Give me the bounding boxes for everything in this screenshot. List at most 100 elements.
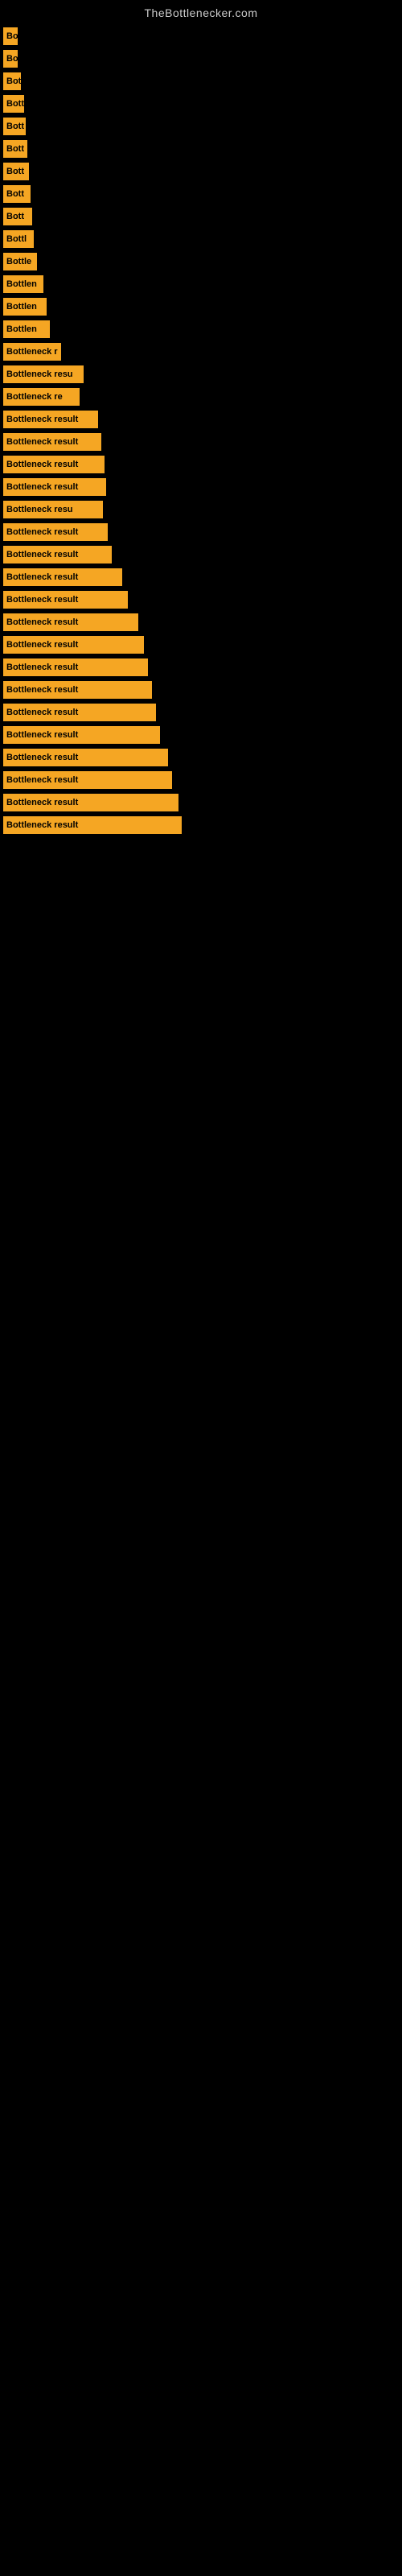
bar-row: Bott bbox=[0, 140, 402, 158]
result-bar: Bottlen bbox=[3, 275, 43, 293]
bar-row: Bot bbox=[0, 72, 402, 90]
bar-label: Bottleneck result bbox=[6, 572, 78, 582]
result-bar: Bottleneck r bbox=[3, 343, 61, 361]
bar-row: Bottlen bbox=[0, 298, 402, 316]
bar-label: Bottl bbox=[6, 234, 27, 244]
bar-label: Bottleneck r bbox=[6, 347, 58, 357]
bar-row: Bottleneck result bbox=[0, 613, 402, 631]
bar-label: Bottlen bbox=[6, 324, 37, 334]
bar-label: Bott bbox=[6, 144, 24, 154]
bar-label: Bottleneck resu bbox=[6, 505, 73, 514]
bar-row: Bottleneck r bbox=[0, 343, 402, 361]
bar-label: Bottleneck re bbox=[6, 392, 63, 402]
bar-label: Bottleneck result bbox=[6, 775, 78, 785]
result-bar: Bottlen bbox=[3, 320, 50, 338]
bar-label: Bott bbox=[6, 99, 24, 109]
result-bar: Bottleneck result bbox=[3, 794, 178, 811]
bar-row: Bottleneck result bbox=[0, 794, 402, 811]
result-bar: Bottleneck result bbox=[3, 523, 108, 541]
result-bar: Bottleneck result bbox=[3, 591, 128, 609]
bar-label: Bottleneck result bbox=[6, 663, 78, 672]
bar-label: Bottleneck result bbox=[6, 685, 78, 695]
bar-row: Bott bbox=[0, 163, 402, 180]
bar-row: Bottleneck resu bbox=[0, 365, 402, 383]
bar-row: Bo bbox=[0, 50, 402, 68]
bar-label: Bottleneck result bbox=[6, 708, 78, 717]
bar-label: Bottleneck result bbox=[6, 415, 78, 424]
result-bar: Bottleneck result bbox=[3, 478, 106, 496]
result-bar: Bottleneck result bbox=[3, 749, 168, 766]
bar-row: Bottleneck re bbox=[0, 388, 402, 406]
bar-label: Bot bbox=[6, 76, 21, 86]
result-bar: Bottleneck result bbox=[3, 771, 172, 789]
bar-label: Bott bbox=[6, 212, 24, 221]
result-bar: Bo bbox=[3, 27, 18, 45]
bar-row: Bottleneck result bbox=[0, 591, 402, 609]
bar-row: Bottleneck result bbox=[0, 411, 402, 428]
bar-label: Bottleneck result bbox=[6, 730, 78, 740]
bar-label: Bott bbox=[6, 167, 24, 176]
result-bar: Bott bbox=[3, 163, 29, 180]
bar-label: Bottleneck result bbox=[6, 617, 78, 627]
bar-row: Bott bbox=[0, 118, 402, 135]
result-bar: Bott bbox=[3, 140, 27, 158]
result-bar: Bott bbox=[3, 95, 24, 113]
bar-label: Bottle bbox=[6, 257, 31, 266]
bar-row: Bottleneck result bbox=[0, 681, 402, 699]
bar-row: Bottleneck result bbox=[0, 816, 402, 834]
bar-label: Bottleneck result bbox=[6, 595, 78, 605]
result-bar: Bottleneck resu bbox=[3, 365, 84, 383]
bar-label: Bo bbox=[6, 31, 18, 41]
bar-row: Bott bbox=[0, 208, 402, 225]
bar-row: Bo bbox=[0, 27, 402, 45]
result-bar: Bottle bbox=[3, 253, 37, 270]
result-bar: Bottleneck result bbox=[3, 681, 152, 699]
result-bar: Bottleneck result bbox=[3, 658, 148, 676]
result-bar: Bottleneck result bbox=[3, 816, 182, 834]
result-bar: Bottleneck result bbox=[3, 433, 101, 451]
result-bar: Bottleneck result bbox=[3, 456, 105, 473]
bar-label: Bottlen bbox=[6, 279, 37, 289]
bar-row: Bottleneck result bbox=[0, 749, 402, 766]
result-bar: Bottl bbox=[3, 230, 34, 248]
bar-row: Bottleneck result bbox=[0, 456, 402, 473]
result-bar: Bottleneck result bbox=[3, 546, 112, 564]
result-bar: Bottlen bbox=[3, 298, 47, 316]
bar-row: Bottl bbox=[0, 230, 402, 248]
site-title: TheBottlenecker.com bbox=[0, 0, 402, 23]
bar-row: Bottleneck result bbox=[0, 771, 402, 789]
bar-label: Bott bbox=[6, 122, 24, 131]
bar-label: Bottleneck result bbox=[6, 640, 78, 650]
bar-label: Bottleneck result bbox=[6, 820, 78, 830]
bar-label: Bottleneck result bbox=[6, 482, 78, 492]
result-bar: Bottleneck resu bbox=[3, 501, 103, 518]
bar-row: Bottleneck result bbox=[0, 433, 402, 451]
result-bar: Bottleneck result bbox=[3, 726, 160, 744]
bar-label: Bottleneck result bbox=[6, 753, 78, 762]
result-bar: Bott bbox=[3, 118, 26, 135]
result-bar: Bottleneck result bbox=[3, 568, 122, 586]
bar-label: Bo bbox=[6, 54, 18, 64]
bar-row: Bottleneck result bbox=[0, 704, 402, 721]
bar-row: Bottleneck result bbox=[0, 726, 402, 744]
bar-row: Bott bbox=[0, 185, 402, 203]
bar-row: Bottlen bbox=[0, 320, 402, 338]
result-bar: Bottleneck result bbox=[3, 411, 98, 428]
result-bar: Bottleneck re bbox=[3, 388, 80, 406]
result-bar: Bottleneck result bbox=[3, 636, 144, 654]
result-bar: Bott bbox=[3, 208, 32, 225]
result-bar: Bo bbox=[3, 50, 18, 68]
bar-row: Bottle bbox=[0, 253, 402, 270]
result-bar: Bot bbox=[3, 72, 21, 90]
result-bar: Bott bbox=[3, 185, 31, 203]
bar-row: Bottleneck result bbox=[0, 478, 402, 496]
bar-row: Bottleneck result bbox=[0, 568, 402, 586]
result-bar: Bottleneck result bbox=[3, 613, 138, 631]
bar-row: Bottlen bbox=[0, 275, 402, 293]
bar-row: Bottleneck result bbox=[0, 636, 402, 654]
bar-label: Bottlen bbox=[6, 302, 37, 312]
bar-row: Bottleneck result bbox=[0, 523, 402, 541]
bar-row: Bottleneck result bbox=[0, 546, 402, 564]
result-bar: Bottleneck result bbox=[3, 704, 156, 721]
bar-label: Bottleneck result bbox=[6, 437, 78, 447]
